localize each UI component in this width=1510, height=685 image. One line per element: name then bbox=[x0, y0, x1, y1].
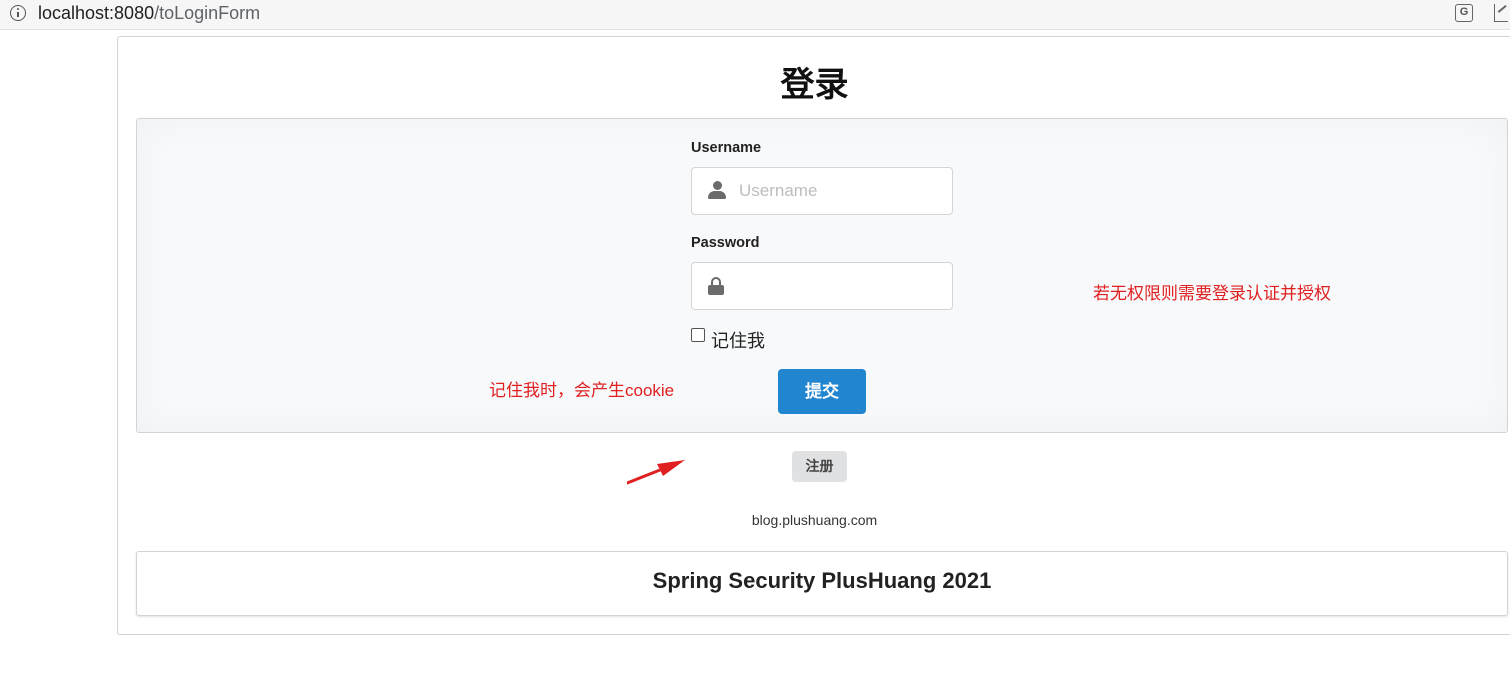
page-title: 登录 bbox=[780, 66, 849, 104]
info-icon[interactable] bbox=[10, 5, 26, 21]
auth-annotation: 若无权限则需要登录认证并授权 bbox=[1093, 284, 1331, 303]
blog-link[interactable]: blog.plushuang.com bbox=[118, 512, 1510, 528]
url-path: /toLoginForm bbox=[154, 3, 261, 23]
url-text[interactable]: localhost:8080/toLoginForm bbox=[38, 2, 260, 24]
password-field[interactable] bbox=[691, 262, 953, 310]
password-label: Password bbox=[691, 235, 760, 251]
username-placeholder: Username bbox=[739, 181, 818, 200]
lock-icon bbox=[708, 277, 724, 295]
share-icon[interactable] bbox=[1494, 4, 1508, 22]
remember-me-label[interactable]: 记住我 bbox=[711, 327, 765, 353]
remember-me-checkbox[interactable] bbox=[691, 328, 705, 342]
page-container: 登录 Username Username Password 记住我 记住我时，会… bbox=[117, 36, 1510, 635]
browser-address-bar[interactable]: localhost:8080/toLoginForm G bbox=[0, 0, 1510, 30]
arrow-annotation bbox=[627, 460, 685, 485]
submit-button[interactable]: 提交 bbox=[778, 369, 866, 414]
login-form: Username Username Password 记住我 记住我时，会产生c… bbox=[136, 118, 1508, 485]
register-button[interactable]: 注册 bbox=[792, 451, 847, 482]
footer-title: Spring Security PlusHuang 2021 bbox=[652, 568, 992, 593]
username-field[interactable]: Username bbox=[691, 167, 953, 215]
footer-segment: Spring Security PlusHuang 2021 bbox=[136, 551, 1508, 616]
username-label: Username bbox=[691, 140, 762, 156]
translate-icon[interactable]: G bbox=[1455, 4, 1473, 22]
remember-annotation: 记住我时，会产生cookie bbox=[489, 381, 675, 400]
user-icon bbox=[708, 181, 726, 199]
url-host: localhost:8080 bbox=[38, 3, 155, 23]
